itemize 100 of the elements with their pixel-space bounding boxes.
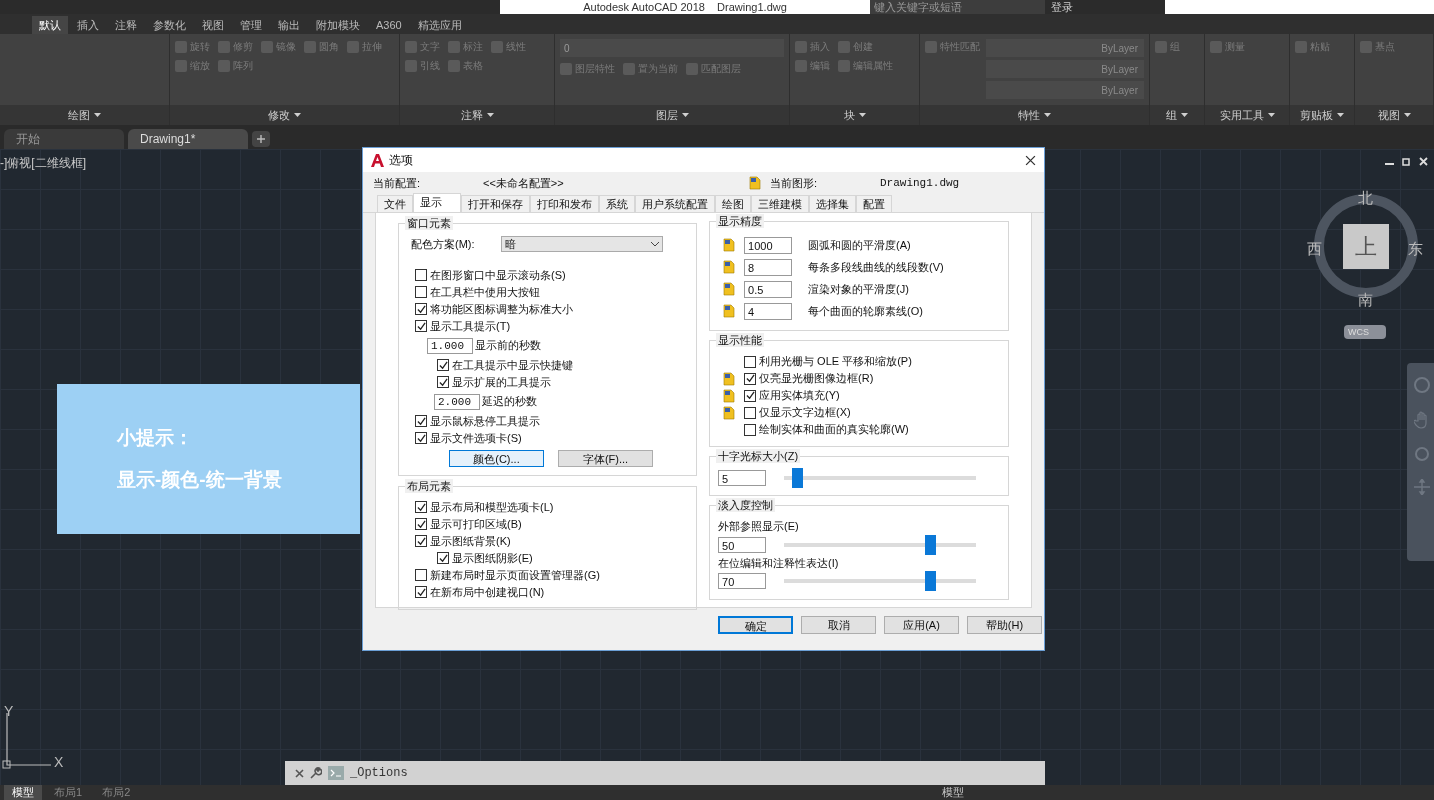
check-icon — [438, 553, 448, 563]
close-icon[interactable] — [1025, 154, 1036, 166]
checkbox[interactable] — [744, 355, 757, 368]
ribbon-tab[interactable]: 附加模块 — [309, 16, 367, 34]
panel-title[interactable]: 实用工具 — [1205, 105, 1289, 125]
file-tab[interactable]: Drawing1* — [128, 129, 248, 149]
compass-label[interactable]: 西 — [1307, 238, 1322, 261]
dialog-tab[interactable]: 系统 — [599, 195, 635, 212]
number-field[interactable]: 4 — [744, 302, 793, 320]
restore-icon[interactable] — [1402, 157, 1411, 166]
app-logo-icon — [371, 153, 384, 167]
ribbon-tab[interactable]: 默认 — [32, 16, 68, 34]
ribbon-tab[interactable]: A360 — [369, 16, 409, 34]
ribbon-tab[interactable]: 注释 — [108, 16, 144, 34]
checkbox[interactable] — [415, 415, 427, 427]
panel-title[interactable]: 修改 — [170, 105, 399, 125]
checkbox[interactable] — [415, 501, 427, 513]
dialog-tab[interactable]: 配置 — [856, 195, 892, 212]
viewport-label[interactable]: -]俯视[二维线框] — [0, 154, 86, 172]
checkbox[interactable] — [415, 303, 427, 315]
ribbon-tab[interactable]: 插入 — [70, 16, 106, 34]
checkbox[interactable] — [437, 376, 449, 388]
dialog-tab[interactable]: 选择集 — [809, 195, 856, 212]
checkbox[interactable] — [415, 518, 427, 530]
dialog-button[interactable]: 应用(A) — [884, 616, 959, 634]
panel-title[interactable]: 图层 — [555, 105, 789, 125]
dialog-tab[interactable]: 三维建模 — [751, 195, 809, 212]
ribbon-tab[interactable]: 精选应用 — [410, 16, 469, 34]
number-field[interactable]: 2.000 — [434, 393, 480, 410]
slider-thumb[interactable] — [924, 571, 936, 591]
field-label: 圆弧和圆的平滑度(A) — [808, 237, 911, 253]
prompt-icon[interactable] — [328, 766, 344, 780]
checkbox[interactable] — [415, 535, 427, 547]
tip-title: 小提示： — [117, 425, 194, 450]
checkbox[interactable] — [744, 406, 757, 419]
panel-title[interactable]: 注释 — [400, 105, 554, 125]
compass-label[interactable]: 南 — [1358, 289, 1373, 312]
dialog-title: 选项 — [389, 152, 413, 169]
ribbon-tab[interactable]: 视图 — [195, 16, 231, 34]
checkbox[interactable] — [744, 389, 757, 402]
checkbox[interactable] — [415, 286, 427, 298]
caret-icon — [1403, 113, 1411, 118]
dialog-tab[interactable]: 打开和保存 — [461, 195, 530, 212]
checkbox[interactable] — [437, 359, 449, 371]
compass-label[interactable]: 东 — [1408, 238, 1423, 261]
number-field[interactable]: 1000 — [744, 236, 793, 254]
axis-label: Y — [4, 702, 14, 721]
number-field[interactable]: 50 — [718, 536, 767, 553]
dialog-tab[interactable]: 绘图 — [715, 195, 751, 212]
checkbox[interactable] — [437, 552, 449, 564]
checkbox[interactable] — [415, 269, 427, 281]
slider-thumb[interactable] — [924, 534, 936, 555]
slider-thumb[interactable] — [792, 468, 804, 488]
checkbox[interactable] — [415, 586, 427, 598]
caret-icon — [294, 113, 301, 118]
plus-icon[interactable] — [252, 131, 270, 147]
space-label[interactable]: 模型 — [942, 784, 964, 800]
scheme-dropdown[interactable]: 暗 — [501, 236, 663, 253]
checkbox[interactable] — [415, 569, 427, 581]
view-cube-face[interactable]: 上 — [1343, 224, 1389, 269]
dialog-button[interactable]: 确定 — [718, 616, 793, 634]
number-field[interactable]: 0.5 — [744, 280, 793, 298]
checkbox[interactable] — [744, 423, 757, 436]
dialog-tab[interactable]: 打印和发布 — [530, 195, 599, 212]
file-tab[interactable]: 开始 — [4, 129, 124, 149]
panel-title[interactable]: 剪贴板 — [1290, 105, 1354, 125]
profile-name: <<未命名配置>> — [483, 175, 565, 191]
dialog-button[interactable]: 取消 — [801, 616, 876, 634]
drawing-canvas[interactable] — [0, 149, 1434, 785]
panel-title[interactable]: 绘图 — [0, 105, 169, 125]
compass-label[interactable]: 北 — [1358, 187, 1373, 210]
number-field[interactable]: 8 — [744, 258, 793, 276]
ribbon-tab[interactable]: 参数化 — [146, 16, 193, 34]
panel-title[interactable]: 块 — [790, 105, 919, 125]
group-title: 窗口元素 — [405, 216, 453, 230]
number-field[interactable]: 70 — [718, 573, 767, 589]
panel-title[interactable]: 视图 — [1355, 105, 1433, 125]
panel-title[interactable]: 组 — [1150, 105, 1204, 125]
number-field[interactable]: 5 — [718, 470, 767, 486]
ribbon-tab[interactable]: 管理 — [233, 16, 269, 34]
layout-tab[interactable]: 布局1 — [46, 785, 91, 800]
checkbox-label: 绘制实体和曲面的真实轮廓(W) — [759, 422, 909, 438]
dialog-button[interactable]: 帮助(H) — [967, 616, 1042, 634]
drawing-file-icon — [722, 260, 737, 274]
dialog-button[interactable]: 字体(F)... — [558, 449, 653, 467]
layout-tab[interactable]: 模型 — [4, 785, 42, 800]
dialog-tab[interactable]: 文件 — [377, 195, 413, 212]
search-field[interactable]: 键入关键字或短语 — [870, 0, 1045, 14]
dialog-tab[interactable]: 显示 — [413, 193, 461, 212]
dialog-tab[interactable]: 用户系统配置 — [635, 195, 715, 212]
panel-title[interactable]: 特性 — [920, 105, 1149, 125]
checkbox[interactable] — [415, 432, 427, 444]
dialog-button[interactable]: 颜色(C)... — [449, 449, 544, 467]
sign-in-link[interactable]: 登录 — [1051, 0, 1073, 14]
checkbox[interactable] — [415, 320, 427, 332]
ribbon-tab[interactable]: 输出 — [271, 16, 307, 34]
field-label: 每条多段线曲线的线段数(V) — [808, 259, 944, 275]
layout-tab[interactable]: 布局2 — [94, 785, 139, 800]
number-field[interactable]: 1.000 — [427, 337, 473, 354]
checkbox[interactable] — [744, 372, 757, 385]
